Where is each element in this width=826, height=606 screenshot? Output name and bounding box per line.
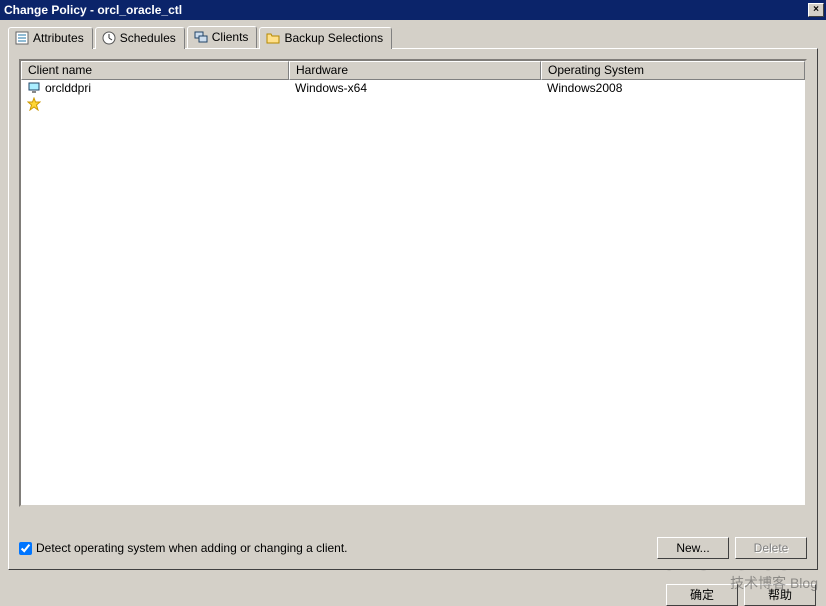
- cell-os: Windows2008: [541, 81, 805, 95]
- panel-bottom-row: Detect operating system when adding or c…: [19, 537, 807, 559]
- attributes-icon: [15, 31, 29, 45]
- detect-os-checkbox[interactable]: [19, 542, 32, 555]
- new-button[interactable]: New...: [657, 537, 729, 559]
- list-body: orclddpri Windows-x64 Windows2008: [21, 80, 805, 112]
- tab-bar: Attributes Schedules Clients Backup Sele…: [8, 26, 818, 48]
- dialog-footer-buttons: 确定 帮助: [0, 578, 826, 606]
- tab-label: Backup Selections: [284, 31, 383, 45]
- tab-label: Clients: [212, 30, 249, 44]
- ok-button[interactable]: 确定: [666, 584, 738, 606]
- col-hardware[interactable]: Hardware: [289, 61, 541, 80]
- col-client-name[interactable]: Client name: [21, 61, 289, 80]
- new-entry-row[interactable]: [21, 96, 805, 112]
- help-button[interactable]: 帮助: [744, 584, 816, 606]
- list-header: Client name Hardware Operating System: [21, 61, 805, 80]
- table-row[interactable]: orclddpri Windows-x64 Windows2008: [21, 80, 805, 96]
- tab-attributes[interactable]: Attributes: [8, 27, 93, 49]
- dialog-body: Attributes Schedules Clients Backup Sele…: [0, 20, 826, 578]
- folder-icon: [266, 31, 280, 45]
- tab-backup-selections[interactable]: Backup Selections: [259, 27, 392, 49]
- col-os[interactable]: Operating System: [541, 61, 805, 80]
- tab-panel-clients: Client name Hardware Operating System or…: [8, 48, 818, 570]
- close-button[interactable]: ×: [808, 3, 824, 17]
- tab-schedules[interactable]: Schedules: [95, 27, 185, 49]
- tab-clients[interactable]: Clients: [187, 26, 258, 48]
- new-star-icon: [27, 97, 41, 111]
- cell-hardware: Windows-x64: [289, 81, 541, 95]
- panel-button-row: New... Delete: [657, 537, 807, 559]
- window-title: Change Policy - orcl_oracle_ctl: [4, 0, 182, 20]
- tab-label: Attributes: [33, 31, 84, 45]
- detect-os-label: Detect operating system when adding or c…: [36, 541, 348, 555]
- schedules-icon: [102, 31, 116, 45]
- clients-list[interactable]: Client name Hardware Operating System or…: [19, 59, 807, 507]
- computer-icon: [27, 81, 41, 95]
- delete-button: Delete: [735, 537, 807, 559]
- titlebar: Change Policy - orcl_oracle_ctl ×: [0, 0, 826, 20]
- tab-label: Schedules: [120, 31, 176, 45]
- cell-new-marker: [21, 97, 289, 111]
- cell-client-name: orclddpri: [21, 81, 289, 95]
- detect-os-checkbox-wrap[interactable]: Detect operating system when adding or c…: [19, 541, 348, 555]
- clients-icon: [194, 30, 208, 44]
